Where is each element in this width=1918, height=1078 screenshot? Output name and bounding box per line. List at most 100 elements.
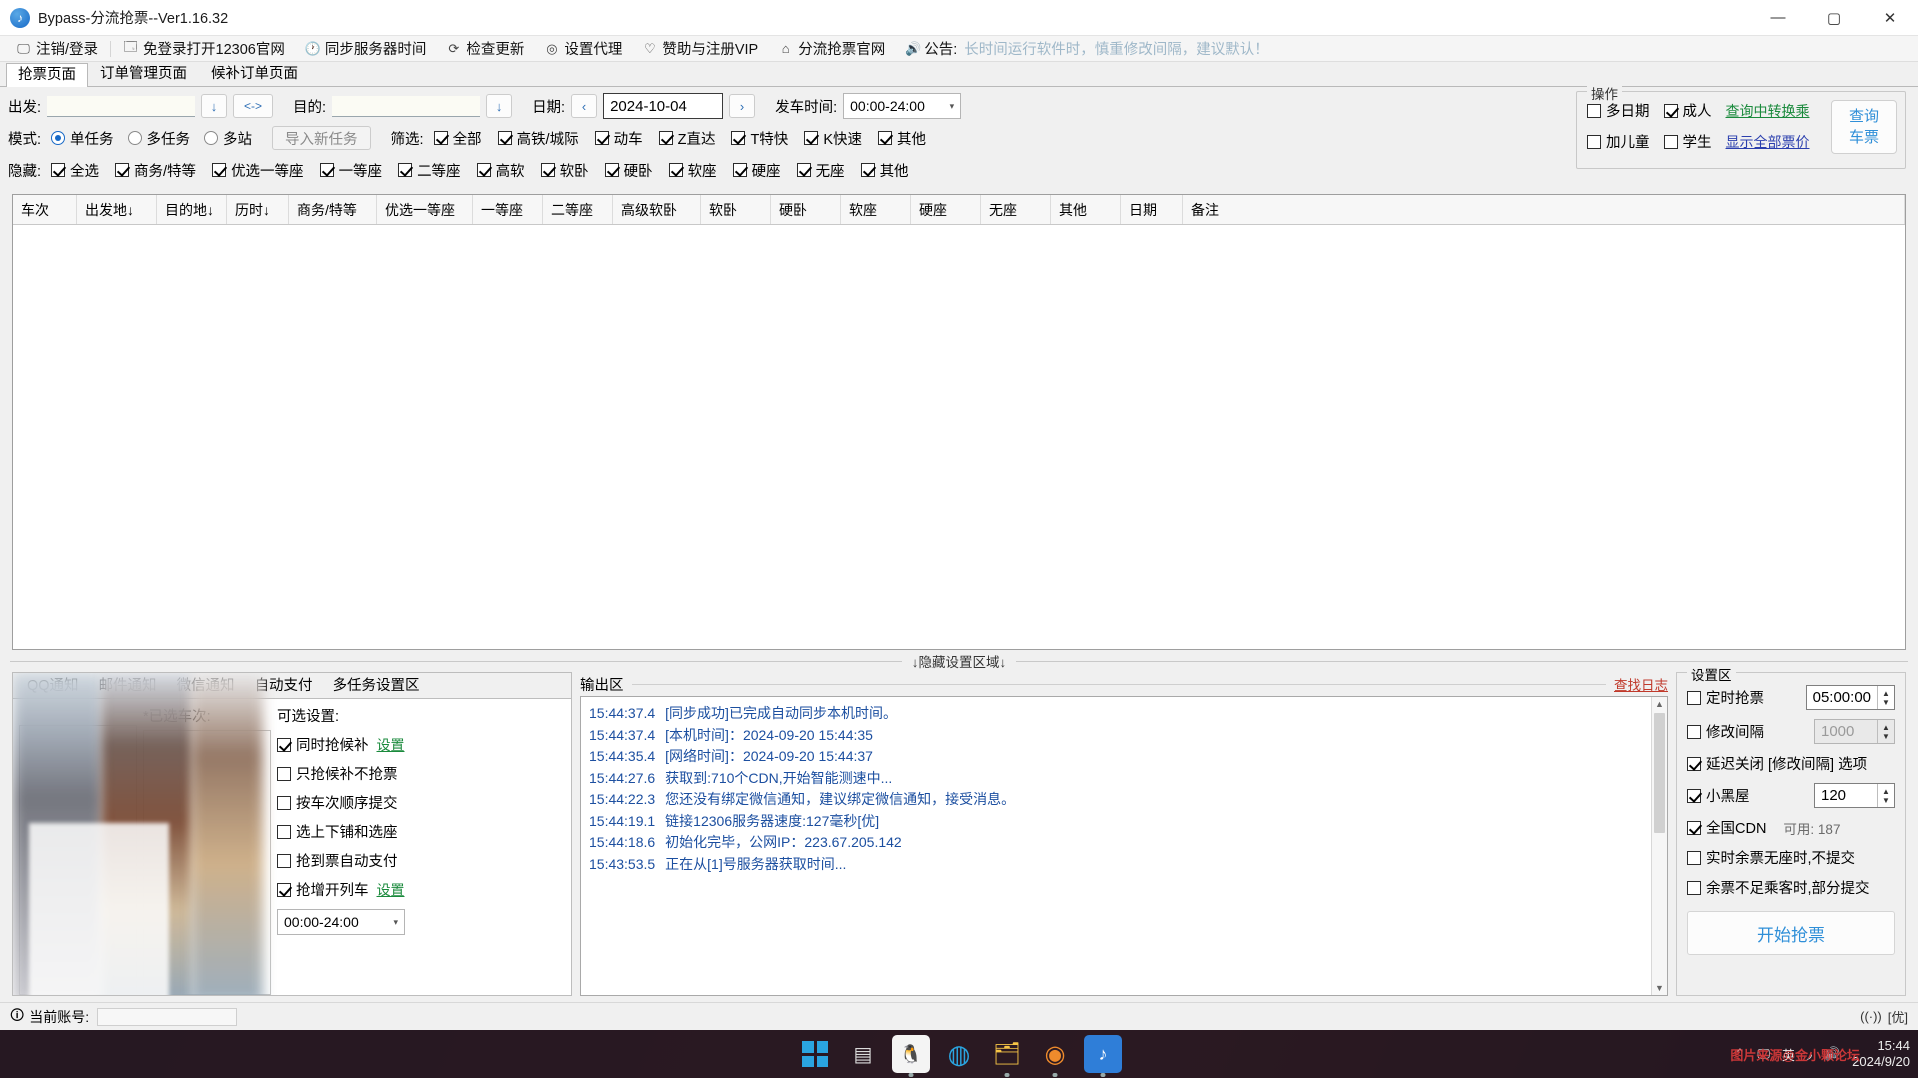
swap-stations-button[interactable]: <-> (233, 94, 273, 118)
from-station-input[interactable] (47, 96, 195, 117)
radio-multi-station[interactable]: 多站 (204, 128, 252, 149)
opt-submit-in-order[interactable]: 按车次顺序提交 (277, 792, 398, 813)
subtab-email-notify[interactable]: 邮件通知 (89, 672, 167, 698)
extra-trains-time-select[interactable]: 00:00-24:00 ▾ (277, 909, 405, 935)
col-no-seat[interactable]: 无座 (981, 195, 1051, 224)
minimize-button[interactable]: — (1750, 0, 1806, 35)
filter-z-direct[interactable]: Z直达 (659, 128, 716, 149)
scrollbar-thumb[interactable] (1654, 713, 1665, 833)
radio-multi-task[interactable]: 多任务 (128, 128, 191, 149)
app-penguin-icon[interactable]: 🐧 (892, 1035, 930, 1073)
subtab-auto-pay[interactable]: 自动支付 (245, 672, 323, 698)
edge-browser-icon[interactable]: ◍ (940, 1035, 978, 1073)
toolbar-item-sponsor-vip[interactable]: ♡ 赞助与注册VIP (632, 36, 768, 61)
taskbar-clock[interactable]: 15:44 2024/9/20 (1852, 1038, 1910, 1070)
date-input[interactable]: 2024-10-04 (603, 93, 723, 119)
filter-k-fast[interactable]: K快速 (804, 128, 862, 149)
table-body[interactable] (13, 225, 1905, 649)
scheduled-grab-time-spinner[interactable]: 05:00:00 ▲▼ (1806, 685, 1895, 710)
col-soft-sleeper[interactable]: 软卧 (701, 195, 771, 224)
col-train-no[interactable]: 车次 (13, 195, 77, 224)
to-dropdown-button[interactable]: ↓ (486, 94, 512, 118)
col-remark[interactable]: 备注 (1183, 195, 1905, 224)
col-second-class[interactable]: 二等座 (543, 195, 613, 224)
col-first-class[interactable]: 一等座 (473, 195, 543, 224)
opt-extra-trains[interactable]: 抢增开列车 (277, 879, 369, 900)
start-grab-button[interactable]: 开始抢票 (1687, 911, 1895, 955)
hide-soft-sleeper[interactable]: 软卧 (541, 160, 589, 181)
hidden-settings-toggle[interactable]: ↓隐藏设置区域↓ (0, 650, 1918, 672)
hide-soft-seat[interactable]: 软座 (669, 160, 717, 181)
hide-first-class[interactable]: 一等座 (320, 160, 383, 181)
start-button[interactable] (796, 1035, 834, 1073)
col-business[interactable]: 商务/特等 (289, 195, 377, 224)
setting-delay-close-checkbox[interactable]: 延迟关闭 [修改间隔] 选项 (1687, 753, 1867, 774)
tab-waitlist-order[interactable]: 候补订单页面 (199, 62, 310, 86)
toolbar-item-logout-login[interactable]: 🖵 注销/登录 (6, 36, 108, 61)
filter-other[interactable]: 其他 (878, 128, 926, 149)
opt-choose-berth-seat[interactable]: 选上下铺和选座 (277, 821, 398, 842)
blackhouse-spinner[interactable]: 120 ▲▼ (1814, 783, 1895, 808)
filter-all[interactable]: 全部 (434, 128, 482, 149)
setting-blackhouse-checkbox[interactable]: 小黑屋 (1687, 785, 1750, 806)
setting-partial-submit-checkbox[interactable]: 余票不足乘客时,部分提交 (1687, 877, 1870, 898)
next-date-button[interactable]: › (729, 94, 755, 118)
task-view-button[interactable]: ▤ (844, 1035, 882, 1073)
log-list[interactable]: 15:44:37.4 [同步成功]已完成自动同步本机时间。 15:44:37.4… (581, 697, 1651, 995)
hide-hard-seat[interactable]: 硬座 (733, 160, 781, 181)
op-multi-date[interactable]: 多日期 (1587, 100, 1650, 121)
toolbar-item-official-site[interactable]: ⌂ 分流抢票官网 (768, 36, 895, 61)
radio-single-task[interactable]: 单任务 (51, 128, 114, 149)
opt-grab-waitlist[interactable]: 同时抢候补 (277, 734, 369, 755)
col-hard-seat[interactable]: 硬座 (911, 195, 981, 224)
find-log-link[interactable]: 查找日志 (1614, 674, 1668, 694)
spinner-arrows-icon[interactable]: ▲▼ (1877, 720, 1894, 743)
file-explorer-icon[interactable]: 🗂 (988, 1035, 1026, 1073)
toolbar-item-check-update[interactable]: ⟳ 检查更新 (436, 36, 534, 61)
subtab-wechat-notify[interactable]: 微信通知 (167, 672, 245, 698)
subtab-qq-notify[interactable]: QQ通知 (17, 672, 89, 698)
opt-auto-pay[interactable]: 抢到票自动支付 (277, 850, 398, 871)
col-premium-sleeper[interactable]: 高级软卧 (613, 195, 701, 224)
toolbar-item-open-12306[interactable]: 🗔 免登录打开12306官网 (113, 36, 295, 61)
op-adult[interactable]: 成人 (1664, 100, 1712, 121)
scroll-down-arrow-icon[interactable]: ▼ (1655, 983, 1664, 993)
op-student[interactable]: 学生 (1664, 131, 1712, 152)
col-date[interactable]: 日期 (1121, 195, 1183, 224)
link-query-transfer[interactable]: 查询中转换乘 (1726, 101, 1810, 121)
setting-national-cdn-checkbox[interactable]: 全国CDN (1687, 817, 1766, 838)
prev-date-button[interactable]: ‹ (571, 94, 597, 118)
op-add-child[interactable]: 加儿童 (1587, 131, 1650, 152)
link-show-all-prices[interactable]: 显示全部票价 (1726, 132, 1810, 152)
col-duration[interactable]: 历时↓ (227, 195, 289, 224)
to-station-input[interactable] (332, 96, 480, 117)
firefox-browser-icon[interactable]: ◉ (1036, 1035, 1074, 1073)
close-button[interactable]: ✕ (1862, 0, 1918, 35)
output-scrollbar[interactable]: ▲ ▼ (1651, 697, 1667, 995)
hide-premium-first[interactable]: 优选一等座 (212, 160, 304, 181)
col-destination[interactable]: 目的地↓ (157, 195, 227, 224)
hide-hard-sleeper[interactable]: 硬卧 (605, 160, 653, 181)
scroll-up-arrow-icon[interactable]: ▲ (1655, 699, 1664, 709)
spinner-arrows-icon[interactable]: ▲▼ (1877, 686, 1894, 709)
col-soft-seat[interactable]: 软座 (841, 195, 911, 224)
col-origin[interactable]: 出发地↓ (77, 195, 157, 224)
setting-modify-interval-checkbox[interactable]: 修改间隔 (1687, 721, 1764, 742)
opt-waitlist-only[interactable]: 只抢候补不抢票 (277, 763, 398, 784)
maximize-button[interactable]: ▢ (1806, 0, 1862, 35)
depart-time-select[interactable]: 00:00-24:00 ▾ (843, 93, 961, 119)
col-hard-sleeper[interactable]: 硬卧 (771, 195, 841, 224)
bypass-app-icon[interactable]: ♪ (1084, 1035, 1122, 1073)
hide-other[interactable]: 其他 (861, 160, 909, 181)
from-dropdown-button[interactable]: ↓ (201, 94, 227, 118)
subtab-multitask[interactable]: 多任务设置区 (323, 672, 430, 698)
col-premium-first[interactable]: 优选一等座 (377, 195, 473, 224)
toolbar-item-sync-time[interactable]: 🕐 同步服务器时间 (295, 36, 437, 61)
filter-t-express[interactable]: T特快 (731, 128, 788, 149)
filter-highspeed[interactable]: 高铁/城际 (498, 128, 579, 149)
col-other[interactable]: 其他 (1051, 195, 1121, 224)
modify-interval-spinner[interactable]: 1000 ▲▼ (1814, 719, 1895, 744)
tab-grab-ticket[interactable]: 抢票页面 (6, 63, 88, 87)
hide-no-seat[interactable]: 无座 (797, 160, 845, 181)
import-task-button[interactable]: 导入新任务 (272, 126, 371, 150)
